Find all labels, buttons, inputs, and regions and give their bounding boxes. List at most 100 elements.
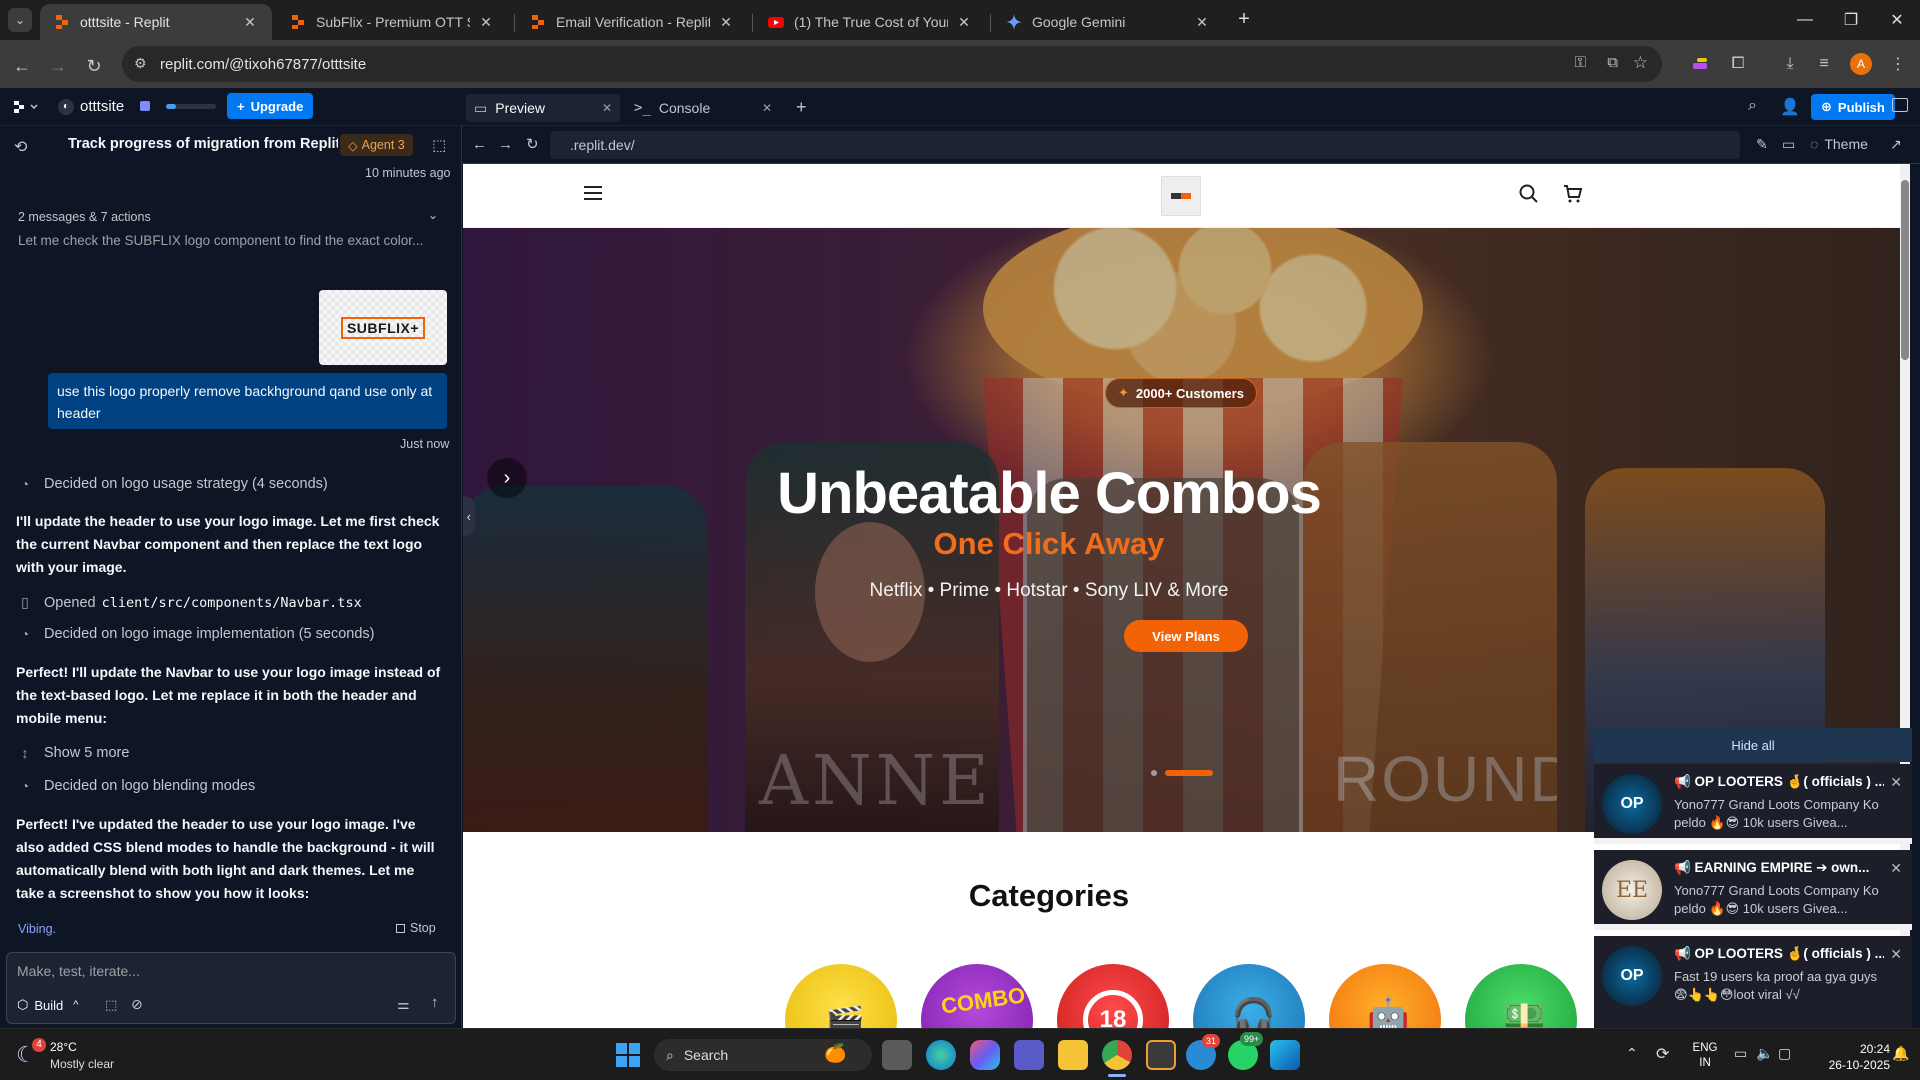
bookmark-star-icon[interactable]: ☆ <box>1633 53 1648 73</box>
close-tab-icon[interactable]: ✕ <box>602 101 612 115</box>
show-more-button[interactable]: ↕ Show 5 more <box>16 745 130 761</box>
copilot-icon[interactable] <box>970 1040 1000 1070</box>
volume-icon[interactable]: 🔈 <box>1756 1045 1773 1062</box>
action-decided-logo-implementation[interactable]: ◔ Decided on logo image implementation (5… <box>16 626 375 642</box>
file-explorer-icon[interactable] <box>1058 1040 1088 1070</box>
site-logo[interactable] <box>1161 176 1201 216</box>
carousel-dot[interactable] <box>1151 770 1157 776</box>
browser-tab-youtube[interactable]: (1) The True Cost of Your iPhone ✕ <box>754 4 986 40</box>
minimize-icon[interactable]: — <box>1782 0 1828 40</box>
media-control-icon[interactable]: ≡ <box>1812 52 1836 76</box>
carousel-dot-active[interactable] <box>1165 770 1213 776</box>
summary-label[interactable]: 2 messages & 7 actions <box>18 210 151 224</box>
language-indicator[interactable]: ENG IN <box>1690 1041 1720 1071</box>
task-view-icon[interactable] <box>882 1040 912 1070</box>
notification-bell-icon[interactable]: 🔔 <box>1892 1045 1909 1062</box>
screenshot-icon[interactable]: ⬚ <box>105 997 117 1013</box>
windows-start-icon[interactable] <box>616 1043 640 1067</box>
close-notification-icon[interactable]: ✕ <box>1890 946 1902 963</box>
tab-search-button[interactable]: ⌄ <box>8 8 32 32</box>
invite-user-icon[interactable]: 👤 <box>1780 97 1800 117</box>
reload-icon[interactable]: ↻ <box>78 50 110 82</box>
responsive-icon[interactable]: ▭ <box>1782 136 1795 153</box>
preview-back-icon[interactable]: ← <box>472 136 487 153</box>
back-icon[interactable]: ← <box>6 50 38 82</box>
downloads-icon[interactable]: ⤓ <box>1778 52 1802 76</box>
search-icon[interactable]: ⌕ <box>1748 97 1757 115</box>
browser-tab-otttsite[interactable]: otttsite - Replit ✕ <box>40 4 272 40</box>
address-bar[interactable]: ⚙ replit.com/@tixoh67877/otttsite ⚿ ⧉ ☆ <box>122 46 1662 82</box>
preview-reload-icon[interactable]: ↻ <box>526 135 539 153</box>
close-notification-icon[interactable]: ✕ <box>1890 860 1902 877</box>
task-title[interactable]: Track progress of migration from Replit … <box>68 136 338 152</box>
photos-icon[interactable] <box>1270 1040 1300 1070</box>
password-key-icon[interactable]: ⚿ <box>1575 54 1586 71</box>
telegram-notification[interactable]: OP 📢 OP LOOTERS 🤞( officials ) ... Fast … <box>1594 936 1912 1028</box>
teams-icon[interactable] <box>1014 1040 1044 1070</box>
battery-icon[interactable]: ▢ <box>1778 1045 1791 1062</box>
upgrade-button[interactable]: + Upgrade <box>227 93 314 119</box>
store-icon[interactable] <box>1146 1040 1176 1070</box>
chrome-menu-icon[interactable]: ⋮ <box>1886 52 1910 76</box>
extension-color-icon[interactable] <box>1688 52 1712 76</box>
action-decided-logo-usage[interactable]: ◔ Decided on logo usage strategy (4 secon… <box>16 476 328 492</box>
network-icon[interactable]: ▭ <box>1734 1045 1747 1062</box>
action-opened-file[interactable]: ▯ Opened client/src/components/Navbar.tsx <box>16 594 362 611</box>
weather-widget[interactable]: ☾ 4 28°C Mostly clear <box>16 1038 146 1074</box>
history-icon[interactable]: ⟲ <box>14 137 27 157</box>
edge-icon[interactable] <box>926 1040 956 1070</box>
preview-url-input[interactable]: .replit.dev/ <box>550 131 1740 159</box>
extensions-puzzle-icon[interactable]: ⧠ <box>1726 52 1750 76</box>
settings-sliders-icon[interactable]: ⚌ <box>397 996 410 1013</box>
close-tab-icon[interactable]: ✕ <box>242 14 258 31</box>
project-name[interactable]: otttsite <box>80 98 124 115</box>
agent-input-box[interactable]: Make, test, iterate... ⬡ Build ^ ⬚ ⊘ ⚌ ↑ <box>6 952 456 1024</box>
tray-sync-icon[interactable]: ⟳ <box>1656 1044 1669 1064</box>
view-plans-button[interactable]: View Plans <box>1124 620 1248 652</box>
attached-logo-image[interactable]: SUBFLIX+ <box>319 290 447 365</box>
hide-all-notifications[interactable]: Hide all <box>1594 728 1912 762</box>
publish-button[interactable]: ⊕ Publish <box>1811 94 1895 120</box>
scrollbar-thumb[interactable] <box>1901 180 1909 360</box>
whatsapp-icon[interactable]: 99+ <box>1228 1032 1264 1070</box>
stop-button[interactable]: Stop <box>396 921 436 935</box>
telegram-icon[interactable]: 31 <box>1186 1034 1221 1070</box>
add-tab-icon[interactable]: + <box>796 97 807 118</box>
close-tab-icon[interactable]: ✕ <box>762 101 772 115</box>
close-tab-icon[interactable]: ✕ <box>718 14 734 31</box>
build-mode-button[interactable]: ⬡ Build ^ <box>17 997 78 1013</box>
install-app-icon[interactable]: ⧉ <box>1607 54 1618 71</box>
close-tab-icon[interactable]: ✕ <box>956 14 972 31</box>
hamburger-menu-icon[interactable] <box>584 186 602 200</box>
devtools-icon[interactable]: ✎ <box>1756 136 1768 153</box>
chrome-icon[interactable] <box>1102 1040 1132 1070</box>
chevron-down-icon[interactable]: ⌄ <box>428 208 438 222</box>
site-info-icon[interactable]: ⚙ <box>134 55 147 72</box>
open-new-window-icon[interactable]: ↗ <box>1890 136 1902 153</box>
cart-icon[interactable] <box>1563 184 1583 204</box>
tab-preview[interactable]: ▭ Preview ✕ <box>466 94 620 122</box>
close-tab-icon[interactable]: ✕ <box>1194 14 1210 31</box>
theme-toggle[interactable]: ◌ Theme <box>1810 136 1868 152</box>
taskbar-search[interactable]: ⌕ Search 🍊 <box>654 1039 872 1071</box>
send-arrow-icon[interactable]: ↑ <box>431 994 439 1011</box>
browser-tab-subflix[interactable]: SubFlix - Premium OTT Subscrip ✕ <box>276 4 508 40</box>
browser-tab-email-verification[interactable]: Email Verification - Replit ✕ <box>516 4 748 40</box>
tab-console[interactable]: >_ Console ✕ <box>626 94 780 122</box>
close-notification-icon[interactable]: ✕ <box>1890 774 1902 791</box>
tray-overflow-icon[interactable]: ⌃ <box>1626 1045 1638 1062</box>
close-window-icon[interactable]: ✕ <box>1874 0 1920 40</box>
replit-menu-icon[interactable] <box>14 99 42 115</box>
profile-avatar[interactable]: A <box>1850 53 1872 75</box>
new-chat-icon[interactable]: ⬚ <box>432 136 446 154</box>
site-search-icon[interactable] <box>1519 184 1539 204</box>
attach-icon[interactable]: ⊘ <box>131 996 143 1013</box>
forward-icon[interactable]: → <box>42 50 74 82</box>
close-tab-icon[interactable]: ✕ <box>478 14 494 31</box>
telegram-notification[interactable]: EE 📢 EARNING EMPIRE ➔ own... Yono777 Gra… <box>1594 850 1912 930</box>
layout-toggle-icon[interactable] <box>1892 98 1908 112</box>
telegram-notification[interactable]: OP 📢 OP LOOTERS 🤞( officials ) ... Yono7… <box>1594 764 1912 844</box>
new-tab-button[interactable]: + <box>1232 8 1256 32</box>
restore-icon[interactable]: ❐ <box>1828 0 1874 40</box>
clock[interactable]: 20:24 26-10-2025 <box>1810 1041 1890 1073</box>
